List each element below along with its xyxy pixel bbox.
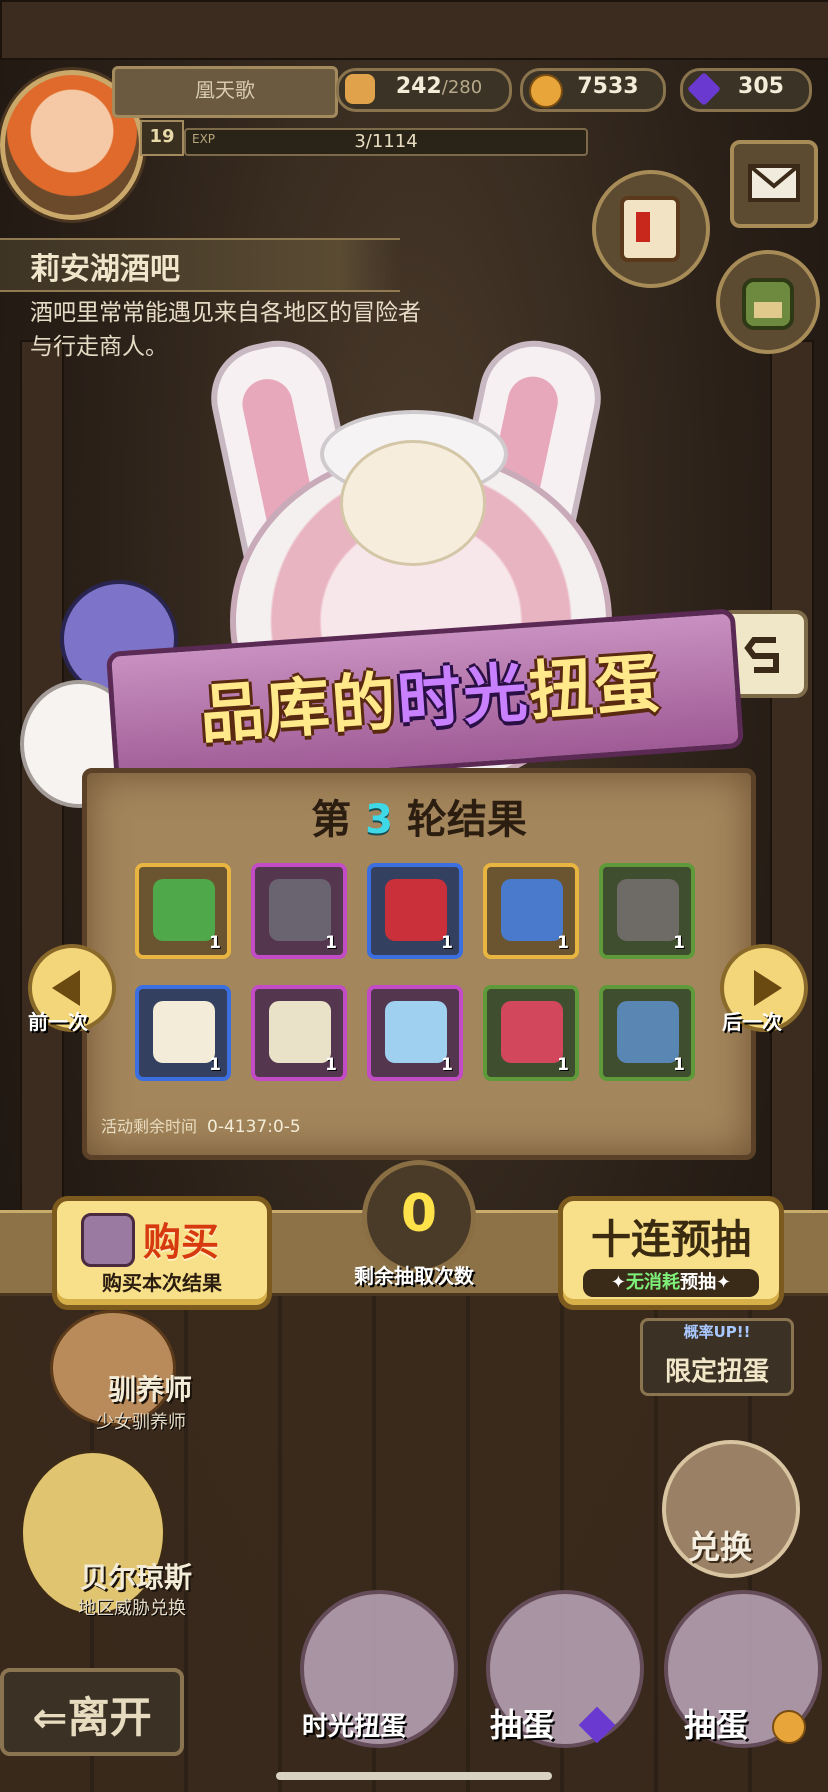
wall-pillar xyxy=(770,340,814,1244)
result-item-slot[interactable]: 1 xyxy=(599,985,695,1081)
quest-scroll-button[interactable] xyxy=(592,170,710,288)
timer-label: 活动剩余时间 xyxy=(101,1117,198,1136)
buy-label: 购买 xyxy=(143,1220,220,1264)
merchant-npc-name[interactable]: 贝尔琼斯 xyxy=(80,1556,192,1596)
stamina-counter[interactable]: 242/280 xyxy=(336,68,512,112)
envelope-icon xyxy=(748,164,800,202)
result-item-slot[interactable]: 1 xyxy=(483,863,579,959)
item-quantity: 1 xyxy=(557,933,569,953)
ten-draw-sub-green: 无消耗 xyxy=(626,1272,680,1293)
prev-result-label: 前一次 xyxy=(28,1010,88,1034)
event-timer: 活动剩余时间 0-4137:0-5 xyxy=(101,1113,301,1137)
item-quantity: 1 xyxy=(209,1055,221,1075)
seed-item-icon xyxy=(617,1001,679,1063)
arrow-right-icon xyxy=(754,970,782,1006)
result-item-slot[interactable]: 1 xyxy=(599,863,695,959)
item-quantity: 1 xyxy=(325,933,337,953)
gem-draw-label: 抽蛋 xyxy=(490,1706,555,1744)
gold-coin-icon xyxy=(529,74,563,108)
exp-value: 3/1114 xyxy=(354,131,418,152)
stone-item-icon xyxy=(617,879,679,941)
remaining-draws-label: 剩余抽取次数 xyxy=(354,1264,474,1288)
mail-button[interactable] xyxy=(730,140,818,228)
gold-value: 7533 xyxy=(577,74,639,99)
gem-icon xyxy=(687,72,721,106)
ceiling-beam xyxy=(0,0,828,60)
nest-egg-item-icon xyxy=(269,1001,331,1063)
gold-counter[interactable]: 7533 xyxy=(520,68,666,112)
helmet-item-icon xyxy=(385,879,447,941)
result-item-slot[interactable]: 1 xyxy=(367,985,463,1081)
round-prefix: 第 xyxy=(311,797,352,843)
ten-draw-sub: ✦无消耗预抽✦ xyxy=(583,1269,759,1297)
limited-gacha-button[interactable]: 概率UP!! 限定扭蛋 xyxy=(640,1318,794,1396)
wings-item-icon xyxy=(385,1001,447,1063)
ten-draw-label: 十连预抽 xyxy=(591,1217,751,1263)
wool-item-icon xyxy=(153,1001,215,1063)
buy-capsule-icon xyxy=(81,1213,135,1267)
exchange-label: 兑换 xyxy=(688,1528,753,1566)
round-suffix: 轮结果 xyxy=(406,797,527,843)
item-quantity: 1 xyxy=(209,933,221,953)
gacha-title-part1: 品库的 xyxy=(197,665,401,754)
exp-bar: EXP 3/1114 xyxy=(184,128,588,156)
gold-draw-label: 抽蛋 xyxy=(684,1706,749,1744)
item-quantity: 1 xyxy=(673,1055,685,1075)
ten-draw-preview-button[interactable]: 十连预抽 ✦无消耗预抽✦ xyxy=(558,1196,784,1310)
stamina-max: /280 xyxy=(441,77,483,98)
item-quantity: 1 xyxy=(325,1055,337,1075)
location-title: 莉安湖酒吧 xyxy=(30,252,180,287)
result-item-slot[interactable]: 1 xyxy=(251,985,347,1081)
home-indicator[interactable] xyxy=(276,1772,552,1780)
next-result-label: 后一次 xyxy=(722,1010,782,1034)
gacha-title-part2: 扭蛋 xyxy=(526,646,664,730)
player-name: 凰天歌 xyxy=(112,66,338,118)
item-quantity: 1 xyxy=(441,933,453,953)
tamer-npc-sub: 少女驯养师 xyxy=(96,1412,186,1433)
stamina-current: 242 xyxy=(395,74,442,99)
player-level: 19 xyxy=(140,120,184,156)
round-heading: 第 3 轮结果 xyxy=(87,787,751,845)
result-item-slot[interactable]: 1 xyxy=(135,863,231,959)
beast-helmet-item-icon xyxy=(501,879,563,941)
round-number: 3 xyxy=(365,797,393,843)
mascot-head xyxy=(340,440,486,566)
buy-button[interactable]: 购买 购买本次结果 xyxy=(52,1196,272,1310)
gem-counter[interactable]: 305 xyxy=(680,68,812,112)
result-item-slot[interactable]: 1 xyxy=(251,863,347,959)
limited-gacha-label: 限定扭蛋 xyxy=(664,1357,769,1387)
bag-button[interactable] xyxy=(716,250,820,354)
leave-label: ⇐离开 xyxy=(32,1693,152,1742)
result-item-slot[interactable]: 1 xyxy=(483,985,579,1081)
location-description: 酒吧里常常能遇见来自各地区的冒险者与行走商人。 xyxy=(30,300,421,360)
remaining-draws-count: 0 xyxy=(362,1160,476,1274)
scroll-icon xyxy=(620,196,680,262)
gacha-title-highlight: 时光 xyxy=(394,656,532,740)
item-quantity: 1 xyxy=(673,933,685,953)
limited-gacha-tag: 概率UP!! xyxy=(683,1323,751,1341)
timer-value: 0-4137:0-5 xyxy=(207,1117,301,1137)
backpack-icon xyxy=(742,278,794,330)
gem-value: 305 xyxy=(738,74,784,99)
time-gacha-label: 时光扭蛋 xyxy=(302,1712,407,1742)
leave-text: 离开 xyxy=(67,1693,152,1742)
tamer-npc-name[interactable]: 驯养师 xyxy=(108,1368,192,1408)
results-panel: 第 3 轮结果 1 1 1 1 1 1 1 1 1 1 活动剩余时间 0-4137:0-5 xyxy=(82,768,756,1160)
gold-coin-icon xyxy=(772,1710,806,1744)
result-item-slot[interactable]: 1 xyxy=(135,985,231,1081)
item-quantity: 1 xyxy=(441,1055,453,1075)
buy-sub-label: 购买本次结果 xyxy=(102,1271,222,1295)
ten-draw-sub-white: 预抽 xyxy=(680,1272,716,1293)
merchant-npc-sub: 地区威胁兑换 xyxy=(78,1598,186,1619)
bread-icon xyxy=(345,74,375,104)
kunai-item-icon xyxy=(269,879,331,941)
arrow-left-icon xyxy=(52,970,80,1006)
result-items-grid: 1 1 1 1 1 1 1 1 1 1 xyxy=(135,863,705,1081)
leave-button[interactable]: ⇐离开 xyxy=(0,1668,184,1756)
red-egg-item-icon xyxy=(501,1001,563,1063)
item-quantity: 1 xyxy=(557,1055,569,1075)
lantern-item-icon xyxy=(153,879,215,941)
result-item-slot[interactable]: 1 xyxy=(367,863,463,959)
